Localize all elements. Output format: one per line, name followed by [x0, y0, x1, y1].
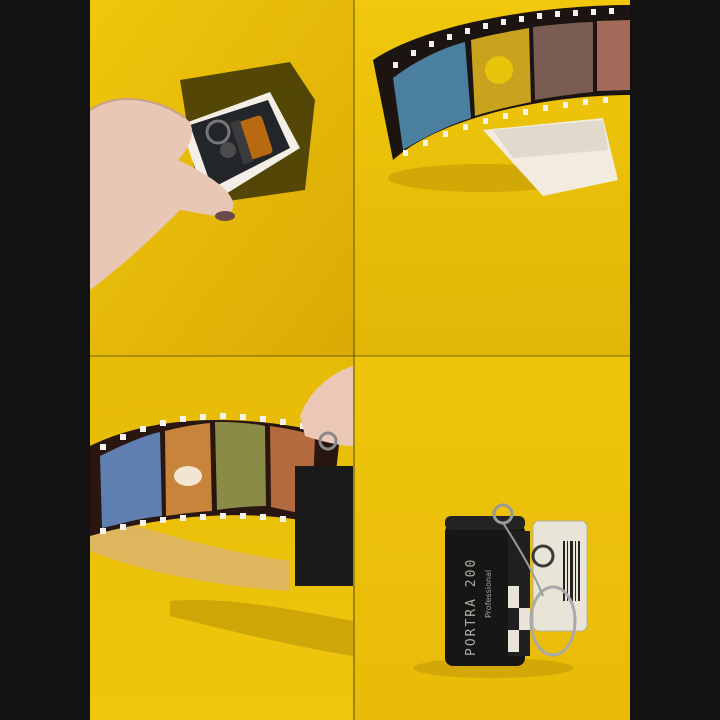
left-black-border — [0, 0, 90, 720]
canister-label-line2: PORTRA 200 — [464, 558, 479, 656]
collage-divider-vertical — [353, 0, 355, 720]
collage-divider-horizontal — [90, 355, 630, 357]
photo-box-in-hand — [90, 0, 353, 356]
photo-film-strip-stand — [353, 0, 630, 356]
photo-film-strip-in-hand — [90, 356, 353, 720]
canister-label-line1: Professional — [484, 570, 493, 618]
right-black-border — [630, 0, 720, 720]
photo-canister-keychain: PORTRA 200 Professional — [353, 356, 630, 720]
photo-collage: PORTRA 200 Professional — [90, 0, 630, 720]
